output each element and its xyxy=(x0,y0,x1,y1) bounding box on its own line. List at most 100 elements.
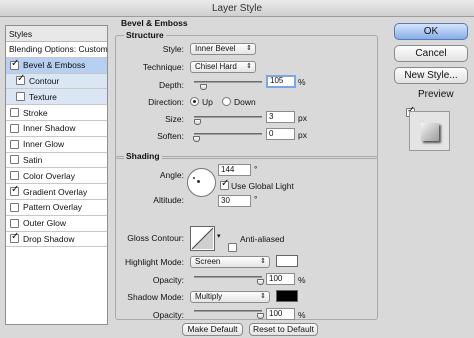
contour-curve-icon xyxy=(191,227,214,250)
select-arrows-icon: ⇕ xyxy=(246,45,252,52)
sidebar-item-label: Outer Glow xyxy=(23,218,66,229)
angle-unit: ° xyxy=(254,164,258,174)
highlight-opacity-unit: % xyxy=(298,275,306,285)
altitude-unit: ° xyxy=(254,194,258,204)
inner-glow-checkbox[interactable] xyxy=(10,139,19,149)
sidebar-item-label: Bevel & Emboss xyxy=(23,60,86,71)
pattern-overlay-checkbox[interactable] xyxy=(10,202,19,212)
style-label: Style: xyxy=(162,44,184,54)
drop-shadow-checkbox[interactable] xyxy=(10,231,19,244)
shadow-opacity-label: Opacity: xyxy=(152,310,184,320)
sidebar-item-label: Blending Options: Custom xyxy=(9,44,108,55)
select-arrows-icon: ⇕ xyxy=(260,293,266,300)
outer-glow-checkbox[interactable] xyxy=(10,218,19,228)
shadow-opacity-field[interactable]: 100 xyxy=(266,308,295,320)
gloss-contour-dropdown-icon[interactable]: ▾ xyxy=(217,232,221,240)
direction-down-label: Down xyxy=(234,97,256,107)
shadow-mode-label: Shadow Mode: xyxy=(127,292,184,302)
highlight-color-swatch[interactable] xyxy=(276,255,298,267)
sidebar-item-label: Color Overlay xyxy=(23,170,75,181)
size-label: Size: xyxy=(165,114,184,124)
direction-down-radio[interactable] xyxy=(222,97,231,106)
sidebar-item-outer-glow[interactable]: Outer Glow xyxy=(6,216,107,232)
sidebar-item-contour[interactable]: Contour xyxy=(6,73,107,90)
stroke-checkbox[interactable] xyxy=(10,108,19,118)
sidebar-item-blending-options[interactable]: Blending Options: Custom xyxy=(6,42,108,58)
size-slider[interactable] xyxy=(194,116,262,118)
cancel-button[interactable]: Cancel xyxy=(394,45,468,62)
ok-button[interactable]: OK xyxy=(394,23,468,40)
highlight-mode-value: Screen xyxy=(195,257,221,266)
technique-select-value: Chisel Hard xyxy=(195,62,237,71)
depth-slider-thumb[interactable] xyxy=(200,84,207,90)
sidebar-item-stroke[interactable]: Stroke xyxy=(6,105,107,121)
size-unit: px xyxy=(298,113,307,123)
texture-checkbox[interactable] xyxy=(16,92,25,102)
highlight-opacity-label: Opacity: xyxy=(152,275,184,285)
sidebar-item-label: Inner Glow xyxy=(23,139,65,150)
highlight-mode-select[interactable]: Screen ⇕ xyxy=(190,256,270,268)
make-default-button[interactable]: Make Default xyxy=(182,323,243,336)
gloss-contour-preview[interactable] xyxy=(190,226,215,251)
highlight-opacity-slider[interactable] xyxy=(194,276,262,278)
technique-select[interactable]: Chisel Hard ⇕ xyxy=(190,61,256,73)
style-select[interactable]: Inner Bevel ⇕ xyxy=(190,43,256,55)
style-select-value: Inner Bevel xyxy=(195,44,236,53)
angle-field[interactable]: 144 xyxy=(218,164,251,176)
sidebar-item-label: Pattern Overlay xyxy=(23,202,83,213)
size-slider-thumb[interactable] xyxy=(194,119,201,125)
shadow-mode-select[interactable]: Multiply ⇕ xyxy=(190,291,270,303)
gloss-contour-label: Gloss Contour: xyxy=(127,233,184,243)
sidebar-item-pattern-overlay[interactable]: Pattern Overlay xyxy=(6,200,107,216)
sidebar-item-inner-shadow[interactable]: Inner Shadow xyxy=(6,121,107,137)
use-global-light-checkbox[interactable] xyxy=(220,178,229,190)
sidebar-item-gradient-overlay[interactable]: Gradient Overlay xyxy=(6,184,107,200)
contour-checkbox[interactable] xyxy=(16,73,25,86)
highlight-opacity-field[interactable]: 100 xyxy=(266,273,295,285)
inner-shadow-checkbox[interactable] xyxy=(10,123,19,133)
size-field[interactable]: 3 xyxy=(266,111,295,123)
sidebar-item-label: Texture xyxy=(29,91,57,102)
anti-aliased-checkbox[interactable] xyxy=(228,243,237,252)
use-global-light-label: Use Global Light xyxy=(231,181,294,191)
sidebar-item-drop-shadow[interactable]: Drop Shadow xyxy=(6,231,107,248)
sidebar-item-bevel-emboss[interactable]: Bevel & Emboss xyxy=(6,58,107,74)
angle-dial[interactable] xyxy=(187,168,216,197)
shadow-color-swatch[interactable] xyxy=(276,290,298,302)
sidebar-item-inner-glow[interactable]: Inner Glow xyxy=(6,137,107,153)
shadow-opacity-unit: % xyxy=(298,310,306,320)
direction-label: Direction: xyxy=(148,97,184,107)
direction-up-radio[interactable] xyxy=(190,97,199,106)
style-preview-thumbnail xyxy=(409,111,450,151)
shadow-mode-value: Multiply xyxy=(195,292,223,301)
highlight-mode-label: Highlight Mode: xyxy=(124,257,184,267)
sidebar-item-label: Stroke xyxy=(23,107,48,118)
altitude-label: Altitude: xyxy=(153,195,184,205)
bevel-emboss-title: Bevel & Emboss xyxy=(121,18,188,28)
shadow-opacity-thumb[interactable] xyxy=(257,313,264,319)
direction-up-label: Up xyxy=(202,97,213,107)
shadow-opacity-slider[interactable] xyxy=(194,310,262,312)
reset-to-default-button[interactable]: Reset to Default xyxy=(249,323,318,336)
gradient-overlay-checkbox[interactable] xyxy=(10,184,19,197)
sidebar-item-satin[interactable]: Satin xyxy=(6,153,107,169)
soften-slider-thumb[interactable] xyxy=(193,136,200,142)
layer-style-window: Styles Blending Options: Custom Bevel & … xyxy=(0,17,474,338)
soften-slider[interactable] xyxy=(194,133,262,135)
depth-slider[interactable] xyxy=(194,81,262,83)
preview-swatch-icon xyxy=(421,123,439,141)
new-style-button[interactable]: New Style... xyxy=(394,67,468,84)
bevel-emboss-checkbox[interactable] xyxy=(10,58,19,70)
satin-checkbox[interactable] xyxy=(10,155,19,165)
color-overlay-checkbox[interactable] xyxy=(10,171,19,181)
structure-title: Structure xyxy=(124,30,166,40)
soften-field[interactable]: 0 xyxy=(266,128,295,140)
highlight-opacity-thumb[interactable] xyxy=(257,279,264,285)
sidebar-item-label: Inner Shadow xyxy=(23,123,76,134)
styles-header: Styles xyxy=(6,26,107,42)
depth-field[interactable]: 105 xyxy=(266,75,296,88)
sidebar-item-color-overlay[interactable]: Color Overlay xyxy=(6,168,107,185)
altitude-field[interactable]: 30 xyxy=(218,195,251,207)
sidebar-item-label: Satin xyxy=(23,154,43,165)
sidebar-item-texture[interactable]: Texture xyxy=(6,89,107,106)
